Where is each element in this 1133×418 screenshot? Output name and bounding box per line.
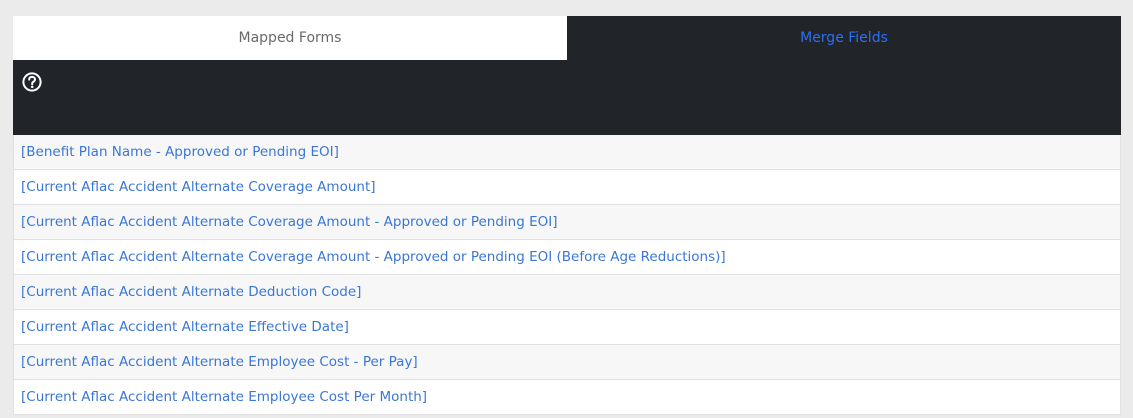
merge-fields-panel: Mapped Forms Merge Fields [Benefit Plan … — [13, 16, 1121, 418]
merge-field-link[interactable]: [Current Aflac Accident Alternate Employ… — [21, 389, 427, 405]
list-item: [Current Aflac Accident Alternate Covera… — [13, 205, 1121, 240]
merge-field-link[interactable]: [Current Aflac Accident Alternate Employ… — [21, 354, 418, 370]
merge-field-link[interactable]: [Current Aflac Accident Alternate Effect… — [21, 319, 349, 335]
merge-field-link[interactable]: [Current Aflac Accident Alternate Covera… — [21, 214, 558, 230]
list-item: [Current Aflac Accident Alternate Employ… — [13, 380, 1121, 415]
tab-bar: Mapped Forms Merge Fields — [13, 16, 1121, 60]
list-item: [Benefit Plan Name - Approved or Pending… — [13, 135, 1121, 170]
list-item: [Current Aflac Accident Alternate Covera… — [13, 240, 1121, 275]
merge-field-link[interactable]: [Current Aflac Accident Alternate Deduct… — [21, 284, 361, 300]
toolbar — [13, 60, 1121, 135]
merge-field-link[interactable]: [Benefit Plan Name - Approved or Pending… — [21, 144, 339, 160]
list-item: [Current Aflac Accident Alternate Deduct… — [13, 275, 1121, 310]
list-item: [Current Aflac Accident Alternate Employ… — [13, 345, 1121, 380]
merge-field-list: [Benefit Plan Name - Approved or Pending… — [13, 135, 1121, 415]
question-circle-icon[interactable] — [22, 72, 42, 92]
list-item: [Current Aflac Accident Alternate Covera… — [13, 170, 1121, 205]
list-item: [Current Aflac Accident Alternate Effect… — [13, 310, 1121, 345]
merge-field-link[interactable]: [Current Aflac Accident Alternate Covera… — [21, 249, 726, 265]
tab-mapped-forms[interactable]: Mapped Forms — [13, 16, 567, 60]
tab-merge-fields[interactable]: Merge Fields — [567, 16, 1121, 60]
merge-field-link[interactable]: [Current Aflac Accident Alternate Covera… — [21, 179, 376, 195]
